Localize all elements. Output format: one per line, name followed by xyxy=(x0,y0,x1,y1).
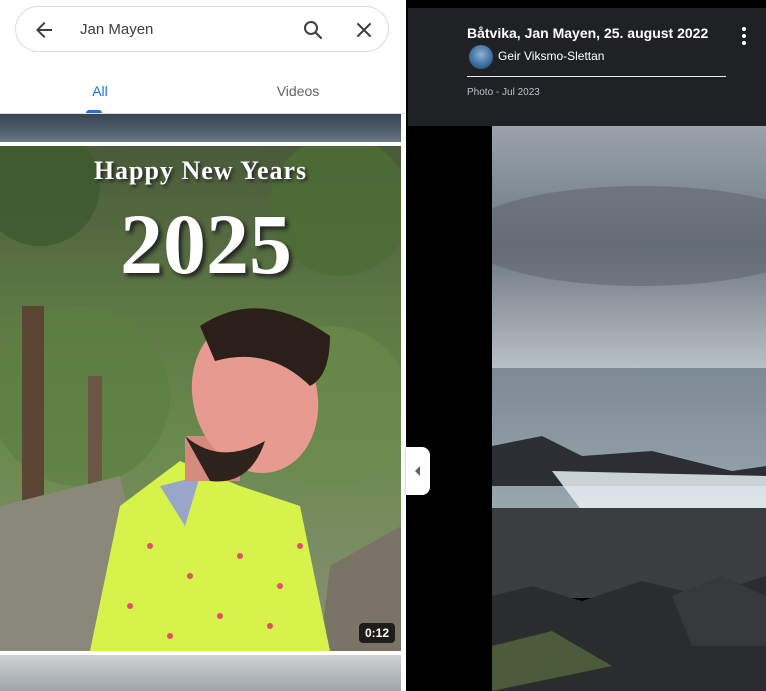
photo-title: Båtvika, Jan Mayen, 25. august 2022 xyxy=(467,25,709,41)
tab-all[interactable]: All xyxy=(0,62,200,114)
search-box xyxy=(15,6,389,52)
collapse-panel-button[interactable] xyxy=(406,447,430,495)
avatar[interactable] xyxy=(469,45,493,69)
photo-info-header: Båtvika, Jan Mayen, 25. august 2022 Geir… xyxy=(408,8,766,126)
video-result-card[interactable]: Happy New Years 2025 0:12 xyxy=(0,146,401,651)
author-name[interactable]: Geir Viksmo-Slettan xyxy=(498,49,604,63)
photo-image xyxy=(492,126,766,691)
video-title-line1: Happy New Years xyxy=(93,156,308,185)
photo-meta: Photo - Jul 2023 xyxy=(467,87,540,98)
video-title-line2: 2025 xyxy=(120,196,292,292)
photo-view[interactable] xyxy=(492,126,766,691)
chevron-left-icon xyxy=(415,466,420,476)
more-options-button[interactable] xyxy=(738,25,750,47)
close-icon[interactable] xyxy=(352,18,376,42)
tab-videos[interactable]: Videos xyxy=(198,62,398,114)
more-vert-icon xyxy=(738,27,750,45)
divider xyxy=(467,76,726,77)
search-icon[interactable] xyxy=(301,18,325,42)
duration-badge: 0:12 xyxy=(358,623,395,643)
tabs: All Videos xyxy=(0,62,400,114)
results-panel: All Videos xyxy=(0,0,406,691)
result-thumbnail-partial[interactable] xyxy=(0,114,401,142)
search-input[interactable] xyxy=(80,16,280,42)
back-arrow-icon[interactable] xyxy=(32,18,56,42)
result-thumbnail-partial-bottom[interactable] xyxy=(0,655,401,691)
